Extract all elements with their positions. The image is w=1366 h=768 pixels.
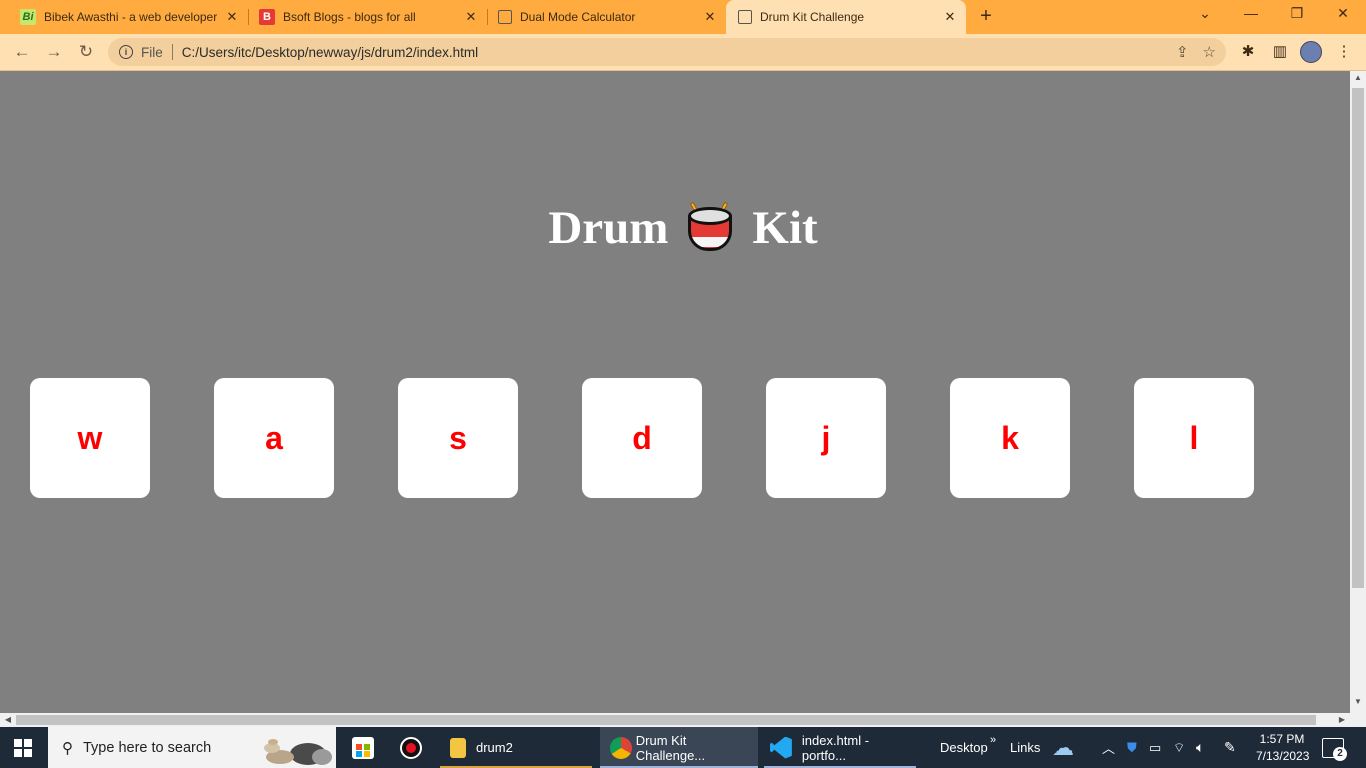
close-tab-icon[interactable]: ✕ (702, 9, 718, 25)
back-arrow-icon[interactable]: ← (11, 41, 33, 63)
taskbar-item-label: index.html - portfo... (801, 732, 870, 763)
tab-title: Bibek Awasthi - a web developer (44, 10, 218, 24)
taskbar-chrome[interactable]: Drum Kit Challenge... (600, 727, 758, 768)
horizontal-scroll-thumb[interactable] (16, 715, 1316, 725)
drum-set: w a s d j k l (30, 378, 1254, 498)
drum-button-a[interactable]: a (214, 378, 334, 498)
drum-button-d[interactable]: d (582, 378, 702, 498)
tab-title: Drum Kit Challenge (760, 10, 865, 24)
drum-icon (686, 201, 734, 255)
taskbar-recorder[interactable] (392, 727, 430, 768)
reload-icon[interactable]: ↻ (75, 41, 97, 63)
clock-time: 1:57 PM (1259, 732, 1305, 746)
weather-cloud-icon[interactable]: ☁ (1052, 727, 1074, 768)
scheme-label: File (141, 44, 163, 60)
vertical-scroll-thumb[interactable] (1352, 88, 1364, 588)
heading-text-right: Kit (752, 202, 818, 254)
taskbar-item-label: Drum Kit Challenge... (635, 732, 706, 763)
toolbar-chevron-icon[interactable]: » (990, 719, 996, 760)
address-separator (171, 44, 173, 60)
taskbar-search-box[interactable]: ⚲ Type here to search (48, 727, 336, 768)
vertical-scrollbar[interactable]: ▲ ▼ (1350, 71, 1366, 713)
bi-favicon-icon: Bi (20, 9, 36, 25)
page-content: Drum Kit w a s d j k l (0, 71, 1350, 713)
pen-icon[interactable]: ✎ (1224, 727, 1236, 768)
battery-icon[interactable]: ▭ (1149, 727, 1161, 768)
globe-favicon-icon (738, 10, 752, 24)
scroll-left-icon[interactable]: ◀ (1, 713, 15, 727)
drum-button-k[interactable]: k (950, 378, 1070, 498)
search-placeholder: Type here to search (83, 739, 212, 756)
page-title: Drum Kit (0, 201, 1366, 255)
desktop-toolbar[interactable]: Desktop (940, 727, 988, 768)
forward-arrow-icon[interactable]: → (43, 41, 65, 63)
side-panel-icon[interactable]: ▥ (1270, 42, 1290, 62)
url-text[interactable]: C:/Users/itc/Desktop/newway/js/drum2/ind… (182, 45, 478, 60)
wifi-icon[interactable]: ⌔ (1173, 727, 1185, 768)
menu-kebab-icon[interactable]: ⋮ (1334, 42, 1354, 62)
tab-title: Dual Mode Calculator (520, 10, 636, 24)
drum-button-j[interactable]: j (766, 378, 886, 498)
extensions-puzzle-icon[interactable]: ✱ (1238, 42, 1258, 62)
tab-title: Bsoft Blogs - blogs for all (283, 10, 416, 24)
new-tab-button[interactable]: + (976, 6, 996, 27)
folder-icon (450, 737, 466, 758)
bookmark-star-icon[interactable]: ☆ (1203, 43, 1216, 61)
show-hidden-icons-chevron-icon[interactable]: ︿ (1102, 727, 1115, 768)
minimize-button[interactable]: — (1239, 5, 1263, 27)
defender-shield-icon[interactable]: ⛊ (1127, 727, 1137, 768)
profile-avatar[interactable] (1300, 41, 1322, 63)
scrollbar-corner (1350, 713, 1366, 727)
windows-start-icon[interactable] (14, 739, 32, 757)
heading-text-left: Drum (548, 202, 669, 254)
taskbar: ⚲ Type here to search drum2 Drum Kit Cha… (0, 727, 1366, 768)
search-icon: ⚲ (62, 739, 73, 757)
tab-dual-mode-calculator[interactable]: Dual Mode Calculator ✕ (478, 0, 726, 34)
tab-bsoft-blogs[interactable]: B Bsoft Blogs - blogs for all ✕ (239, 0, 487, 34)
scroll-up-icon[interactable]: ▲ (1350, 73, 1366, 87)
close-tab-icon[interactable]: ✕ (942, 9, 958, 25)
address-bar[interactable]: i File C:/Users/itc/Desktop/newway/js/dr… (108, 38, 1226, 66)
taskbar-item-label: drum2 (476, 740, 513, 755)
close-tab-icon[interactable]: ✕ (463, 9, 479, 25)
search-highlight-stones-icon (264, 739, 332, 765)
globe-favicon-icon (498, 10, 512, 24)
volume-icon[interactable]: 🔈︎ (1196, 727, 1204, 768)
b-favicon-icon: B (259, 9, 275, 25)
chrome-icon (610, 736, 632, 759)
drum-button-w[interactable]: w (30, 378, 150, 498)
notification-count-badge: 2 (1333, 747, 1347, 761)
scroll-right-icon[interactable]: ▶ (1335, 713, 1349, 727)
horizontal-scrollbar[interactable]: ◀ ▶ (0, 713, 1350, 727)
clock-date: 7/13/2023 (1256, 749, 1310, 763)
recorder-icon (400, 736, 422, 759)
close-window-button[interactable]: ✕ (1331, 5, 1355, 27)
taskbar-vscode[interactable]: index.html - portfo... (764, 727, 916, 768)
close-tab-icon[interactable]: ✕ (224, 9, 240, 25)
drum-button-l[interactable]: l (1134, 378, 1254, 498)
taskbar-clock[interactable]: 1:57 PM 7/13/2023 (1256, 731, 1310, 765)
links-toolbar[interactable]: Links (1010, 727, 1040, 768)
taskbar-folder-drum2[interactable]: drum2 (440, 727, 592, 768)
tab-search-dropdown-icon[interactable]: ⌄ (1193, 5, 1217, 27)
restore-button[interactable]: ❐ (1285, 5, 1309, 27)
share-icon[interactable]: ⇪ (1176, 43, 1189, 61)
vscode-icon (770, 736, 792, 759)
tab-bibek-awasthi[interactable]: Bi Bibek Awasthi - a web developer ✕ (0, 0, 248, 34)
tab-drum-kit-challenge[interactable]: Drum Kit Challenge ✕ (726, 0, 966, 34)
drum-button-s[interactable]: s (398, 378, 518, 498)
scroll-down-icon[interactable]: ▼ (1350, 697, 1366, 711)
taskbar-store[interactable] (344, 727, 382, 768)
browser-toolbar: ← → ↻ i File C:/Users/itc/Desktop/newway… (0, 34, 1366, 71)
microsoft-store-icon (352, 736, 374, 759)
info-icon[interactable]: i (119, 45, 133, 59)
tab-strip: Bi Bibek Awasthi - a web developer ✕ B B… (0, 0, 1366, 34)
